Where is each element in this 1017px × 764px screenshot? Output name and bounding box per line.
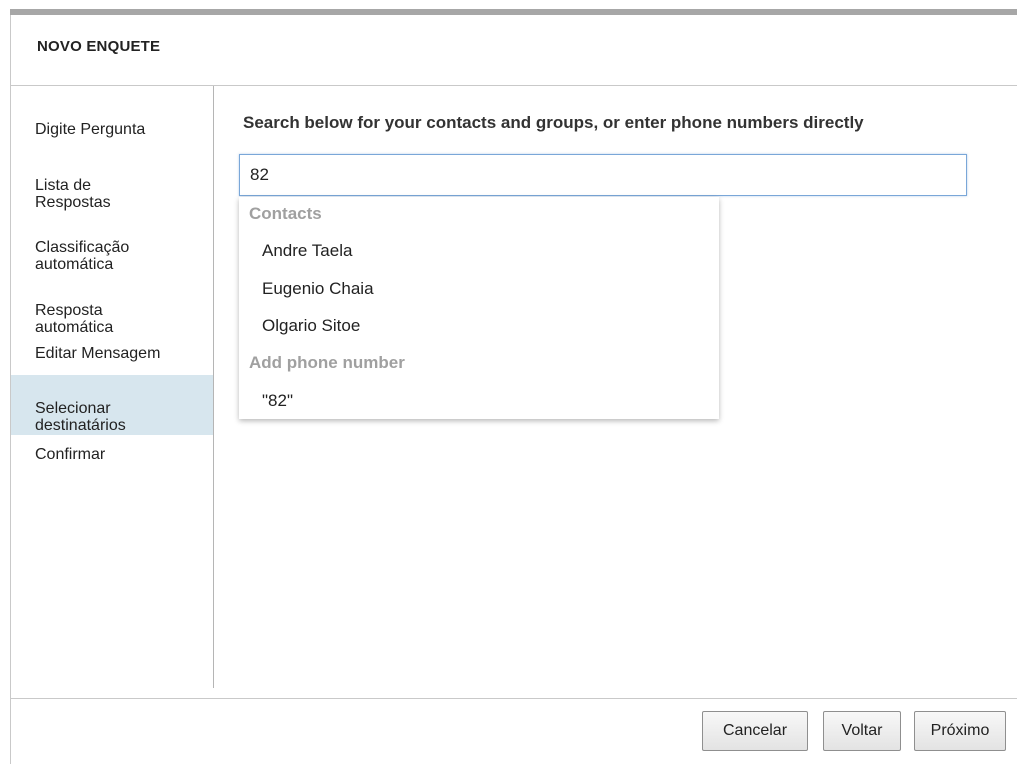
recipients-panel: Search below for your contacts and group… (214, 86, 1017, 698)
sidebar-item-resposta-automatica[interactable]: Resposta automática (11, 285, 213, 336)
recipient-search-input[interactable] (239, 154, 967, 196)
sidebar-item-label: Confirmar (35, 446, 106, 463)
sidebar-item-label: Digite Pergunta (35, 121, 146, 138)
sidebar-item-label: Resposta automática (35, 302, 114, 336)
sidebar-item-label: Classificação automática (35, 239, 130, 273)
contacts-group-header: Contacts (249, 204, 322, 223)
sidebar-item-confirmar[interactable]: Confirmar (11, 446, 213, 468)
phone-number-suggestion[interactable]: "82" (239, 391, 719, 411)
contact-suggestion[interactable]: Andre Taela (239, 241, 719, 261)
sidebar-item-label: Selecionar destinatários (35, 400, 126, 434)
contact-suggestion[interactable]: Olgario Sitoe (239, 316, 719, 336)
search-instruction: Search below for your contacts and group… (243, 113, 864, 132)
cancel-button[interactable]: Cancelar (702, 711, 808, 751)
wizard-steps-sidebar: Digite Pergunta Lista de Respostas Class… (11, 86, 214, 688)
dialog-title: NOVO ENQUETE (37, 38, 161, 55)
sidebar-item-label: Editar Mensagem (35, 345, 161, 362)
add-phone-group-header: Add phone number (249, 353, 405, 372)
sidebar-item-editar-mensagem[interactable]: Editar Mensagem (11, 345, 213, 367)
sidebar-item-lista-de-respostas[interactable]: Lista de Respostas (11, 160, 213, 211)
sidebar-item-selecionar-destinatarios[interactable]: Selecionar destinatários (11, 375, 213, 435)
contact-suggestion[interactable]: Eugenio Chaia (239, 279, 719, 299)
dialog-footer: Cancelar Voltar Próximo (11, 698, 1017, 764)
sidebar-item-digite-pergunta[interactable]: Digite Pergunta (11, 121, 213, 143)
dialog-header: NOVO ENQUETE (11, 15, 1017, 86)
back-button[interactable]: Voltar (823, 711, 901, 751)
autocomplete-dropdown: Contacts Andre Taela Eugenio Chaia Olgar… (239, 197, 719, 419)
sidebar-item-classificacao-automatica[interactable]: Classificação automática (11, 222, 213, 273)
sidebar-item-label: Lista de Respostas (35, 177, 111, 211)
new-poll-dialog: NOVO ENQUETE Digite Pergunta Lista de Re… (0, 0, 1017, 764)
next-button[interactable]: Próximo (914, 711, 1006, 751)
